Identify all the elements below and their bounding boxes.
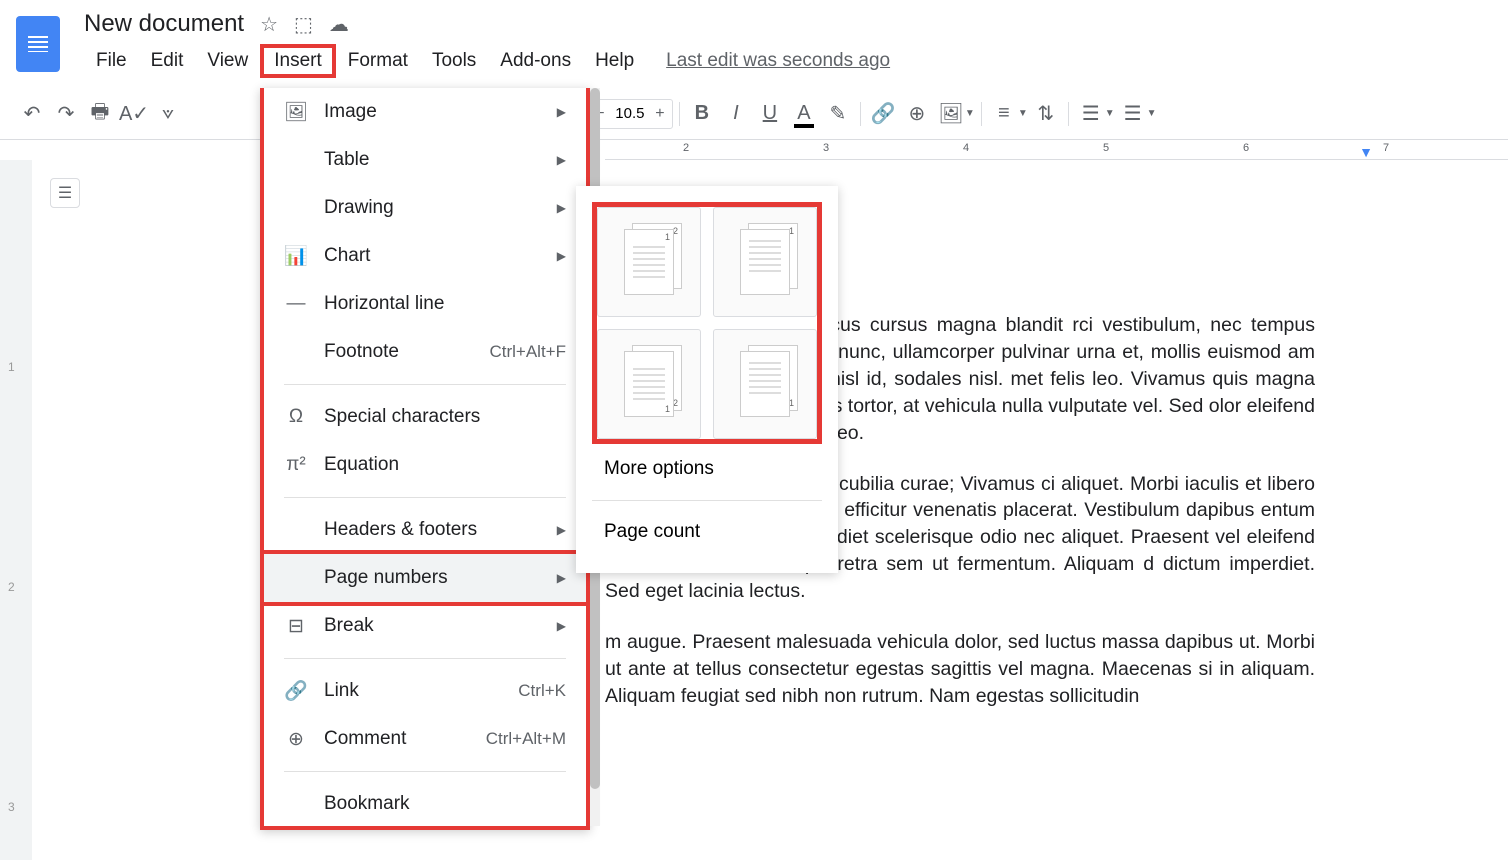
- menu-view[interactable]: View: [195, 46, 260, 76]
- app-header: New document ☆ ⬚ ☁ File Edit View Insert…: [0, 0, 1508, 88]
- numbered-list-arrow-icon[interactable]: ▼: [1105, 108, 1115, 119]
- outline-toggle-icon[interactable]: ☰: [50, 178, 80, 208]
- spellcheck-icon[interactable]: A✓: [118, 98, 150, 130]
- insert-footnote[interactable]: Footnote Ctrl+Alt+F: [264, 328, 586, 376]
- insert-bookmark[interactable]: Bookmark: [264, 780, 586, 816]
- align-dropdown-arrow-icon[interactable]: ▼: [1018, 108, 1028, 119]
- insert-page-count[interactable]: Page count: [592, 507, 822, 557]
- menu-file[interactable]: File: [84, 46, 139, 76]
- comment-icon[interactable]: ⊕: [901, 98, 933, 130]
- link-icon[interactable]: 🔗: [867, 98, 899, 130]
- document-title[interactable]: New document: [84, 10, 244, 38]
- insert-drawing[interactable]: Drawing ▶: [264, 184, 586, 232]
- docs-logo[interactable]: [16, 16, 60, 72]
- italic-icon[interactable]: I: [720, 98, 752, 130]
- insert-table[interactable]: Table ▶: [264, 136, 586, 184]
- insert-special-characters[interactable]: Ω Special characters: [264, 393, 586, 441]
- line-menu-icon: —: [284, 292, 308, 316]
- submenu-arrow-icon: ▶: [557, 105, 566, 119]
- insert-chart[interactable]: 📊 Chart ▶: [264, 232, 586, 280]
- move-icon[interactable]: ⬚: [294, 12, 313, 37]
- text-color-icon[interactable]: A: [788, 98, 820, 130]
- insert-comment[interactable]: ⊕ Comment Ctrl+Alt+M: [264, 715, 586, 763]
- bulleted-list-icon[interactable]: ☰: [1117, 98, 1149, 130]
- image-dropdown-arrow-icon[interactable]: ▼: [965, 108, 975, 119]
- last-edit-link[interactable]: Last edit was seconds ago: [666, 50, 890, 72]
- menu-insert[interactable]: Insert: [260, 44, 336, 78]
- omega-menu-icon: Ω: [284, 405, 308, 429]
- insert-headers-footers[interactable]: Headers & footers ▶: [264, 506, 586, 554]
- font-size-value[interactable]: 10.5: [612, 105, 648, 122]
- star-icon[interactable]: ☆: [260, 12, 278, 37]
- chart-menu-icon: 📊: [284, 244, 308, 268]
- align-icon[interactable]: ≡: [988, 98, 1020, 130]
- line-spacing-icon[interactable]: ⇅: [1030, 98, 1062, 130]
- undo-icon[interactable]: ↶: [16, 98, 48, 130]
- bulleted-list-arrow-icon[interactable]: ▼: [1147, 108, 1157, 119]
- cloud-icon[interactable]: ☁: [329, 12, 349, 37]
- indent-marker-icon[interactable]: ▼: [1359, 144, 1373, 160]
- horizontal-ruler[interactable]: 2 3 4 5 6 7 ▼: [605, 140, 1508, 160]
- insert-link[interactable]: 🔗 Link Ctrl+K: [264, 667, 586, 715]
- page-number-bottom-right[interactable]: 2 1: [597, 329, 701, 439]
- submenu-arrow-icon: ▶: [557, 619, 566, 633]
- submenu-arrow-icon: ▶: [557, 201, 566, 215]
- insert-horizontal-line[interactable]: — Horizontal line: [264, 280, 586, 328]
- bold-icon[interactable]: B: [686, 98, 718, 130]
- insert-image[interactable]: 🖼 Image ▶: [264, 88, 586, 136]
- insert-break[interactable]: ⊟ Break ▶: [264, 602, 586, 650]
- break-menu-icon: ⊟: [284, 614, 308, 638]
- menu-tools[interactable]: Tools: [420, 46, 488, 76]
- vertical-ruler[interactable]: 1 2 3: [0, 160, 32, 860]
- submenu-arrow-icon: ▶: [557, 523, 566, 537]
- image-icon[interactable]: 🖼: [935, 98, 967, 130]
- paint-format-icon[interactable]: ⟇: [152, 98, 184, 130]
- insert-page-numbers[interactable]: Page numbers ▶: [260, 550, 590, 606]
- link-menu-icon: 🔗: [284, 679, 308, 703]
- highlight-icon[interactable]: ✎: [822, 98, 854, 130]
- redo-icon[interactable]: ↷: [50, 98, 82, 130]
- print-icon[interactable]: 🖶: [84, 98, 116, 130]
- comment-menu-icon: ⊕: [284, 727, 308, 751]
- menu-bar: File Edit View Insert Format Tools Add-o…: [84, 44, 890, 78]
- page-number-bottom-right-skip-first[interactable]: 1: [713, 329, 817, 439]
- image-menu-icon: 🖼: [284, 100, 308, 124]
- submenu-arrow-icon: ▶: [557, 153, 566, 167]
- menu-format[interactable]: Format: [336, 46, 420, 76]
- menu-help[interactable]: Help: [583, 46, 646, 76]
- submenu-arrow-icon: ▶: [557, 571, 566, 585]
- insert-equation[interactable]: π² Equation: [264, 441, 586, 489]
- numbered-list-icon[interactable]: ☰: [1075, 98, 1107, 130]
- page-number-top-right-skip-first[interactable]: 1: [713, 207, 817, 317]
- increase-font-icon[interactable]: +: [648, 100, 672, 128]
- menu-edit[interactable]: Edit: [139, 46, 196, 76]
- page-number-top-right[interactable]: 2 1: [597, 207, 701, 317]
- menu-addons[interactable]: Add-ons: [488, 46, 583, 76]
- toolbar: ↶ ↷ 🖶 A✓ ⟇ ▼ − 10.5 + B I U A ✎ 🔗 ⊕ 🖼 ▼ …: [0, 88, 1508, 140]
- paragraph: m augue. Praesent malesuada vehicula dol…: [605, 629, 1315, 710]
- insert-dropdown-menu: 🖼 Image ▶ Table ▶ Drawing ▶ 📊 Chart ▶ — …: [260, 88, 590, 830]
- underline-icon[interactable]: U: [754, 98, 786, 130]
- submenu-arrow-icon: ▶: [557, 249, 566, 263]
- page-numbers-more-options[interactable]: More options: [592, 444, 822, 494]
- pi-menu-icon: π²: [284, 453, 308, 477]
- page-numbers-submenu: 2 1 1 2 1 1 More options Page count: [576, 186, 838, 573]
